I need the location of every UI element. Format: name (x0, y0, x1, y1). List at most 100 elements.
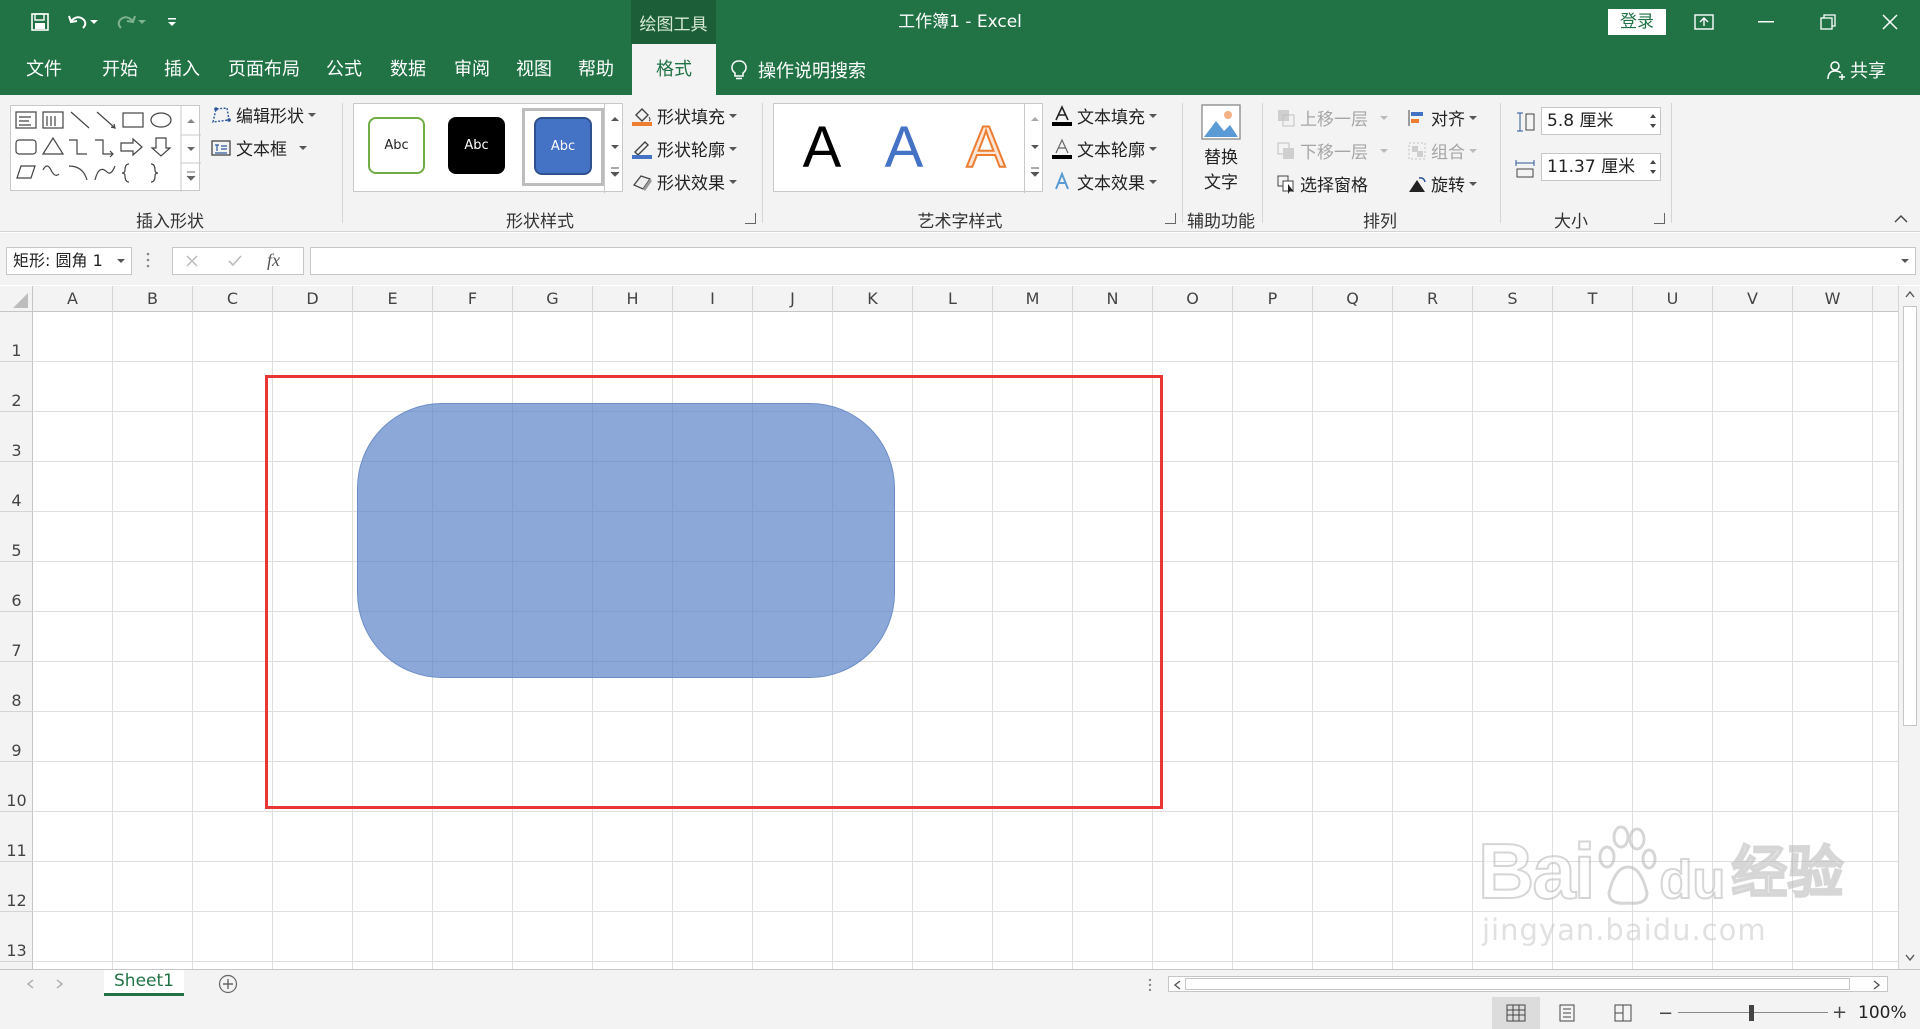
column-header[interactable]: R (1393, 286, 1473, 312)
tab-data[interactable]: 数据 (378, 44, 438, 95)
column-header[interactable]: K (833, 286, 913, 312)
column-header[interactable]: C (193, 286, 273, 312)
size-dialog-launcher[interactable] (1654, 213, 1665, 224)
page-layout-view-icon[interactable] (1558, 1004, 1576, 1022)
column-header[interactable]: H (593, 286, 673, 312)
column-header[interactable]: F (433, 286, 513, 312)
column-header[interactable]: B (113, 286, 193, 312)
wordart-preset-orange[interactable]: A (956, 115, 1016, 181)
column-header[interactable]: P (1233, 286, 1313, 312)
column-header[interactable]: I (673, 286, 753, 312)
tab-review[interactable]: 审阅 (442, 44, 502, 95)
scroll-left-icon[interactable] (1173, 980, 1181, 990)
shape-height-input[interactable]: 5.8 厘米 (1541, 107, 1661, 135)
row-header[interactable]: 8 (0, 662, 33, 712)
spinner-icon[interactable] (1648, 156, 1658, 178)
row-header[interactable]: 1 (0, 312, 33, 362)
shape-style-preset-outline[interactable]: Abc (368, 117, 425, 174)
zoom-out-icon[interactable]: − (1658, 1003, 1673, 1024)
chevron-down-icon[interactable] (117, 258, 125, 264)
tab-help[interactable]: 帮助 (566, 44, 626, 95)
sheet-prev-icon[interactable] (26, 979, 34, 989)
shape-fill-button[interactable]: 形状填充 (631, 103, 737, 128)
sheet-next-icon[interactable] (56, 979, 64, 989)
column-header[interactable]: W (1793, 286, 1873, 312)
tab-formulas[interactable]: 公式 (314, 44, 374, 95)
share-button[interactable]: 共享 (1826, 44, 1886, 95)
scroll-up-icon[interactable] (1905, 290, 1915, 298)
tab-split-handle-icon[interactable] (1148, 978, 1152, 992)
tab-home[interactable]: 开始 (90, 44, 150, 95)
shape-styles-dialog-launcher[interactable] (745, 213, 756, 224)
confirm-entry-icon[interactable] (227, 254, 243, 268)
wordart-styles-scroll[interactable] (1024, 104, 1044, 193)
scroll-down-icon[interactable] (1905, 954, 1915, 962)
tab-view[interactable]: 视图 (504, 44, 564, 95)
add-sheet-icon[interactable] (218, 974, 238, 994)
row-header[interactable]: 11 (0, 812, 33, 862)
column-header[interactable]: D (273, 286, 353, 312)
column-header[interactable]: N (1073, 286, 1153, 312)
ribbon-display-options-icon[interactable] (1688, 6, 1720, 38)
column-header[interactable]: O (1153, 286, 1233, 312)
minimize-icon[interactable] (1750, 6, 1782, 38)
column-header[interactable]: U (1633, 286, 1713, 312)
undo-dropdown-icon[interactable] (86, 6, 102, 38)
wordart-preset-black[interactable]: A (792, 116, 852, 180)
shape-style-preset-selected-frame[interactable]: Abc (522, 108, 604, 186)
shape-styles-gallery[interactable]: Abc Abc Abc (353, 103, 624, 193)
shape-width-input[interactable]: 11.37 厘米 (1541, 153, 1661, 181)
column-header[interactable]: E (353, 286, 433, 312)
column-header[interactable]: L (913, 286, 993, 312)
horizontal-scroll-thumb[interactable] (1185, 978, 1850, 990)
alt-text-button[interactable]: 替换 文字 (1190, 103, 1252, 203)
horizontal-scrollbar[interactable] (1168, 976, 1888, 992)
row-header[interactable]: 4 (0, 462, 33, 512)
column-header[interactable]: V (1713, 286, 1793, 312)
shape-style-preset-black[interactable]: Abc (448, 117, 505, 174)
row-header[interactable]: 13 (0, 912, 33, 962)
shape-style-preset-blue[interactable]: Abc (534, 117, 592, 175)
tab-file[interactable]: 文件 (14, 44, 74, 95)
selection-pane-button[interactable]: 选择窗格 (1276, 171, 1368, 196)
wordart-styles-gallery[interactable]: A A A (773, 103, 1044, 193)
shape-styles-scroll[interactable] (604, 104, 624, 193)
rotate-button[interactable]: 旋转 (1407, 171, 1477, 196)
tab-format[interactable]: 格式 (632, 44, 716, 95)
shapes-gallery[interactable] (10, 105, 201, 192)
wordart-styles-dialog-launcher[interactable] (1165, 213, 1176, 224)
row-header[interactable]: 7 (0, 612, 33, 662)
column-header[interactable]: T (1553, 286, 1633, 312)
shape-outline-button[interactable]: 形状轮廓 (631, 136, 737, 161)
text-outline-button[interactable]: 文本轮廓 (1051, 136, 1157, 161)
text-fill-button[interactable]: 文本填充 (1051, 103, 1157, 128)
align-button[interactable]: 对齐 (1407, 105, 1477, 130)
row-header[interactable]: 10 (0, 762, 33, 812)
customize-qat-icon[interactable] (162, 6, 182, 38)
row-header[interactable]: 12 (0, 862, 33, 912)
tab-page-layout[interactable]: 页面布局 (222, 44, 306, 95)
expand-formula-bar-icon[interactable] (1901, 258, 1909, 264)
column-header[interactable]: S (1473, 286, 1553, 312)
select-all-button[interactable] (0, 286, 33, 312)
sheet-tab-sheet1[interactable]: Sheet1 (104, 970, 184, 996)
name-box[interactable]: 矩形: 圆角 1 (6, 247, 132, 275)
edit-shape-button[interactable]: 编辑形状 (210, 102, 316, 127)
row-header[interactable]: 3 (0, 412, 33, 462)
tell-me-search[interactable]: 操作说明搜索 (730, 44, 866, 95)
close-icon[interactable] (1874, 6, 1906, 38)
tab-insert[interactable]: 插入 (152, 44, 212, 95)
more-options-icon[interactable] (146, 251, 150, 269)
save-icon[interactable] (24, 6, 56, 38)
page-break-view-icon[interactable] (1614, 1004, 1632, 1022)
shape-effects-button[interactable]: 形状效果 (631, 169, 737, 194)
vertical-scrollbar[interactable] (1898, 286, 1920, 969)
zoom-slider-thumb[interactable] (1749, 1005, 1754, 1021)
collapse-ribbon-icon[interactable] (1894, 213, 1908, 223)
row-header[interactable]: 2 (0, 362, 33, 412)
vertical-scroll-thumb[interactable] (1903, 306, 1917, 726)
wordart-preset-blue[interactable]: A (874, 116, 934, 180)
formula-input[interactable] (310, 247, 1916, 275)
column-header[interactable]: A (33, 286, 113, 312)
login-button[interactable]: 登录 (1608, 9, 1666, 35)
